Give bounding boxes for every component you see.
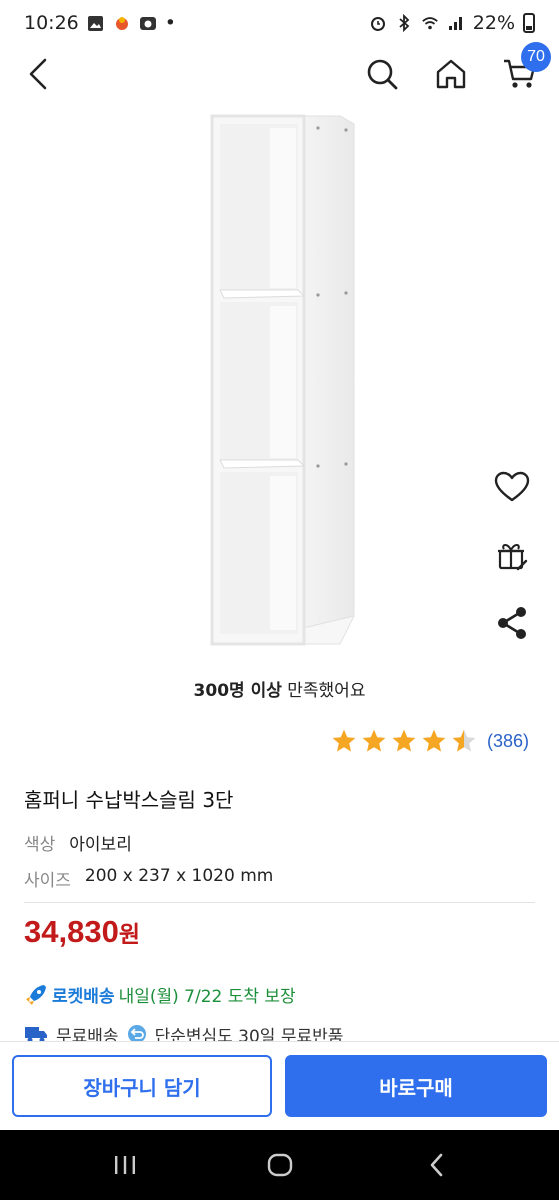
star-icon [422,729,446,752]
back-button[interactable] [18,54,58,94]
price: 34,830원 [24,914,140,950]
app-bar [0,46,559,102]
home-nav-icon [267,1153,293,1177]
size-label: 사이즈 [24,871,71,891]
home-icon [436,59,466,89]
status-bar: 10:26 • 22% [0,0,559,46]
star-icon [332,729,356,752]
bluetooth-icon [395,14,413,32]
recent-apps-icon [115,1156,135,1174]
rating[interactable]: (386) [331,728,529,754]
satisfaction-text: 300명 이상 만족했어요 [0,676,559,701]
delivery-date: 내일(월) 7/22 도착 보장 [118,987,296,1007]
price-value: 34,830 [24,914,119,949]
search-button[interactable] [360,52,404,96]
search-icon [367,59,398,90]
half-star-icon [452,729,476,752]
home-button[interactable] [429,52,473,96]
back-nav-icon [430,1153,443,1177]
back-icon [29,58,47,90]
product-image[interactable] [200,110,370,660]
color-value: 아이보리 [69,835,132,855]
buy-now-button[interactable]: 바로구매 [285,1055,547,1117]
camera-notification-icon [139,14,157,32]
status-dot: • [164,12,176,34]
review-count[interactable]: (386) [487,731,529,752]
cart-count-badge[interactable]: 70 [521,42,551,72]
rocket-delivery-label: 로켓배송 [52,987,115,1007]
product-title: 홈퍼니 수납박스슬림 3단 [24,788,234,812]
add-to-cart-button[interactable]: 장바구니 담기 [12,1055,272,1117]
app-notification-icon [113,14,131,32]
gift-button[interactable] [490,533,534,577]
home-nav-button[interactable] [255,1145,305,1185]
recent-apps-button[interactable] [100,1145,150,1185]
price-unit: 원 [118,921,140,947]
delivery-info: 로켓배송 내일(월) 7/22 도착 보장 [24,982,296,1007]
wishlist-button[interactable] [490,465,534,509]
wifi-icon [421,14,439,32]
heart-icon [494,471,530,502]
star-icon [362,729,386,752]
bottom-action-bar: 장바구니 담기 바로구매 [0,1041,559,1130]
side-actions [490,465,534,669]
gift-icon [498,544,528,571]
size-value: 200 x 237 x 1020 mm [84,866,274,886]
size-option: 사이즈 200 x 237 x 1020 mm [24,866,273,891]
star-icon [392,729,416,752]
satisfaction-count: 300명 이상 [193,681,282,701]
status-time: 10:26 [24,12,79,34]
status-right: 22% [369,12,535,34]
color-label: 색상 [24,835,56,855]
battery-icon [523,13,535,33]
satisfaction-label: 만족했어요 [281,681,366,701]
color-option: 색상 아이보리 [24,830,132,855]
alarm-icon [369,14,387,32]
back-nav-button[interactable] [412,1145,462,1185]
rocket-icon [26,984,46,1005]
status-left: 10:26 • [24,12,176,34]
signal-icon [447,14,465,32]
divider [24,902,535,903]
share-button[interactable] [490,601,534,645]
battery-percent: 22% [472,12,515,34]
share-icon [498,607,526,639]
system-nav-bar [0,1130,559,1200]
gallery-notification-icon [87,14,105,32]
